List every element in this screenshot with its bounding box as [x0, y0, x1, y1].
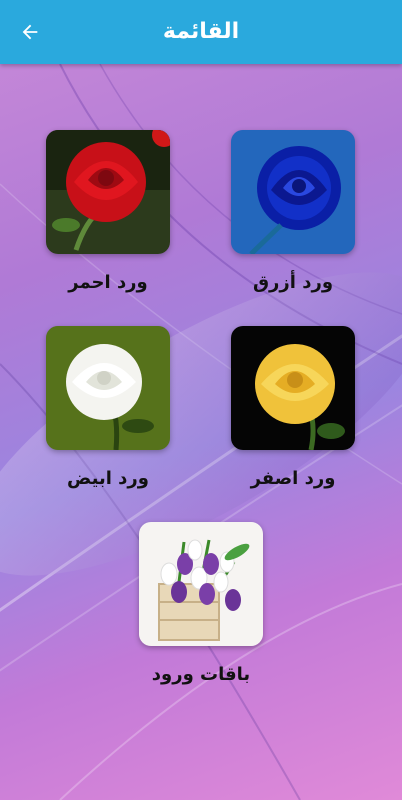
page-title: القائمة — [162, 19, 240, 44]
app-bar: القائمة — [0, 0, 402, 64]
menu-item-label: ورد اصفر — [250, 468, 336, 489]
back-button[interactable] — [14, 16, 46, 48]
blue-rose-image — [231, 130, 355, 254]
white-rose-image — [46, 326, 170, 450]
yellow-rose-image — [231, 326, 355, 450]
menu-item-label: ورد احمر — [68, 272, 148, 293]
menu-item-yellow-roses[interactable]: ورد اصفر — [218, 326, 368, 489]
menu-item-label: ورد ابيض — [67, 468, 149, 489]
menu-item-white-roses[interactable]: ورد ابيض — [33, 326, 183, 489]
tulip-bouquet-image — [139, 522, 263, 646]
arrow-left-icon — [22, 24, 38, 40]
menu-item-blue-roses[interactable]: ورد أزرق — [218, 130, 368, 293]
menu-item-label: ورد أزرق — [252, 272, 334, 293]
menu-item-red-roses[interactable]: ورد احمر — [33, 130, 183, 293]
menu-grid: ورد أزرق ورد احمر ورد اصفر ورد ابيض باقا… — [0, 64, 402, 800]
menu-item-rose-bouquets[interactable]: باقات ورود — [126, 522, 276, 685]
red-rose-image — [46, 130, 170, 254]
menu-item-label: باقات ورود — [151, 664, 251, 685]
